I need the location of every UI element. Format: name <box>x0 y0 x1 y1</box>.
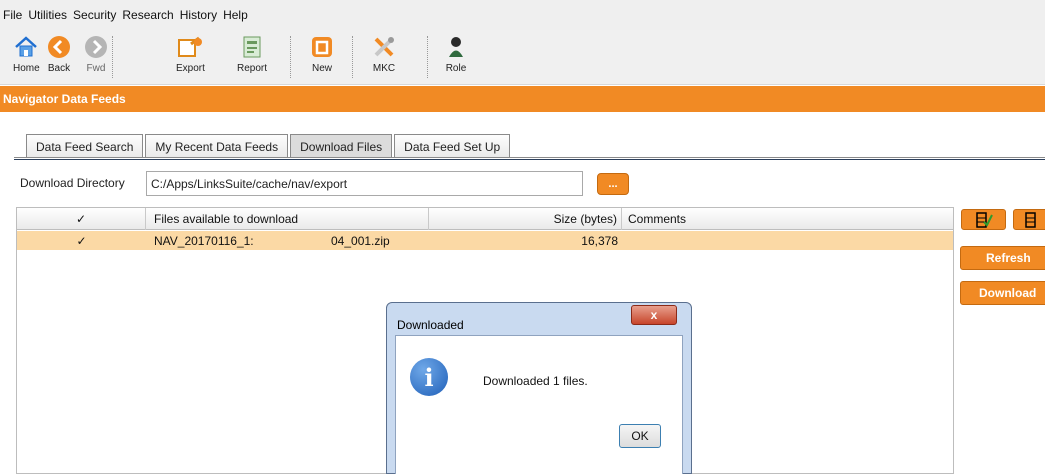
column-header-size[interactable]: Size (bytes) <box>429 208 622 230</box>
row-file-name: NAV_20170116_1: <box>154 233 254 248</box>
row-size: 16,378 <box>581 233 618 248</box>
home-label: Home <box>13 63 40 74</box>
toolbar: Home Back Fwd Export Report New MKC Role <box>0 30 1045 85</box>
panel-title: Navigator Data Feeds <box>0 86 1045 112</box>
new-icon <box>309 34 335 60</box>
menu-bar: File Utilities Security Research History… <box>0 0 1045 30</box>
column-header-check[interactable]: ✓ <box>17 208 146 230</box>
mkc-button[interactable]: MKC <box>371 34 397 80</box>
table-row[interactable]: ✓ NAV_20170116_1: 04_001.zip 16,378 <box>17 231 953 250</box>
dialog-body: i Downloaded 1 files. OK <box>395 335 683 474</box>
new-label: New <box>311 63 332 74</box>
role-label: Role <box>445 63 467 74</box>
export-button[interactable]: Export <box>176 34 205 80</box>
download-directory-input[interactable] <box>146 171 583 196</box>
download-button[interactable]: Download <box>960 281 1045 305</box>
row-check[interactable]: ✓ <box>17 231 146 250</box>
report-button[interactable]: Report <box>237 34 267 80</box>
tab-my-recent-data-feeds[interactable]: My Recent Data Feeds <box>145 134 289 158</box>
tab-bar: Data Feed Search My Recent Data Feeds Do… <box>26 134 512 158</box>
dialog-title: Downloaded <box>397 318 464 332</box>
export-icon <box>177 34 203 60</box>
row-comments <box>628 231 948 250</box>
refresh-button[interactable]: Refresh <box>960 246 1045 270</box>
download-directory-label: Download Directory <box>20 176 125 190</box>
menu-help[interactable]: Help <box>223 8 248 22</box>
back-button[interactable]: Back <box>46 34 72 80</box>
info-icon: i <box>410 358 448 396</box>
report-label: Report <box>237 63 268 74</box>
menu-utilities[interactable]: Utilities <box>28 8 67 22</box>
export-label: Export <box>176 63 205 74</box>
column-header-files[interactable]: Files available to download <box>146 208 429 230</box>
back-label: Back <box>47 63 71 74</box>
ok-button[interactable]: OK <box>619 424 661 448</box>
forward-label: Fwd <box>86 63 106 74</box>
home-icon <box>13 34 39 60</box>
toolbar-separator <box>352 36 353 78</box>
back-arrow-icon <box>46 34 72 60</box>
menu-history[interactable]: History <box>180 8 217 22</box>
toolbar-separator <box>427 36 428 78</box>
deselect-all-icon <box>1025 211 1036 228</box>
home-button[interactable]: Home <box>13 34 40 80</box>
tools-icon <box>371 34 397 60</box>
toolbar-separator <box>112 36 113 78</box>
forward-button[interactable]: Fwd <box>83 34 109 80</box>
toolbar-separator <box>290 36 291 78</box>
forward-arrow-icon <box>83 34 109 60</box>
mkc-label: MKC <box>372 63 396 74</box>
report-icon <box>239 34 265 60</box>
menu-research[interactable]: Research <box>122 8 173 22</box>
tab-data-feed-search[interactable]: Data Feed Search <box>26 134 144 158</box>
new-button[interactable]: New <box>309 34 335 80</box>
tab-underline <box>14 157 1045 160</box>
role-button[interactable]: Role <box>443 34 469 80</box>
dialog-close-button[interactable]: x <box>631 305 677 325</box>
menu-security[interactable]: Security <box>73 8 116 22</box>
user-role-icon <box>443 34 469 60</box>
dialog-message: Downloaded 1 files. <box>483 374 588 388</box>
table-header: ✓ Files available to download Size (byte… <box>17 208 953 230</box>
select-all-button[interactable] <box>961 209 1006 230</box>
tab-download-files[interactable]: Download Files <box>290 134 393 158</box>
downloaded-dialog: Downloaded x i Downloaded 1 files. OK <box>386 302 692 474</box>
menu-file[interactable]: File <box>3 8 22 22</box>
select-all-icon <box>975 211 993 228</box>
browse-button[interactable]: ... <box>597 173 629 195</box>
tab-data-feed-set-up[interactable]: Data Feed Set Up <box>394 134 511 158</box>
row-file-suffix: 04_001.zip <box>331 233 390 248</box>
column-header-comments[interactable]: Comments <box>622 208 953 230</box>
deselect-all-button[interactable] <box>1013 209 1045 230</box>
